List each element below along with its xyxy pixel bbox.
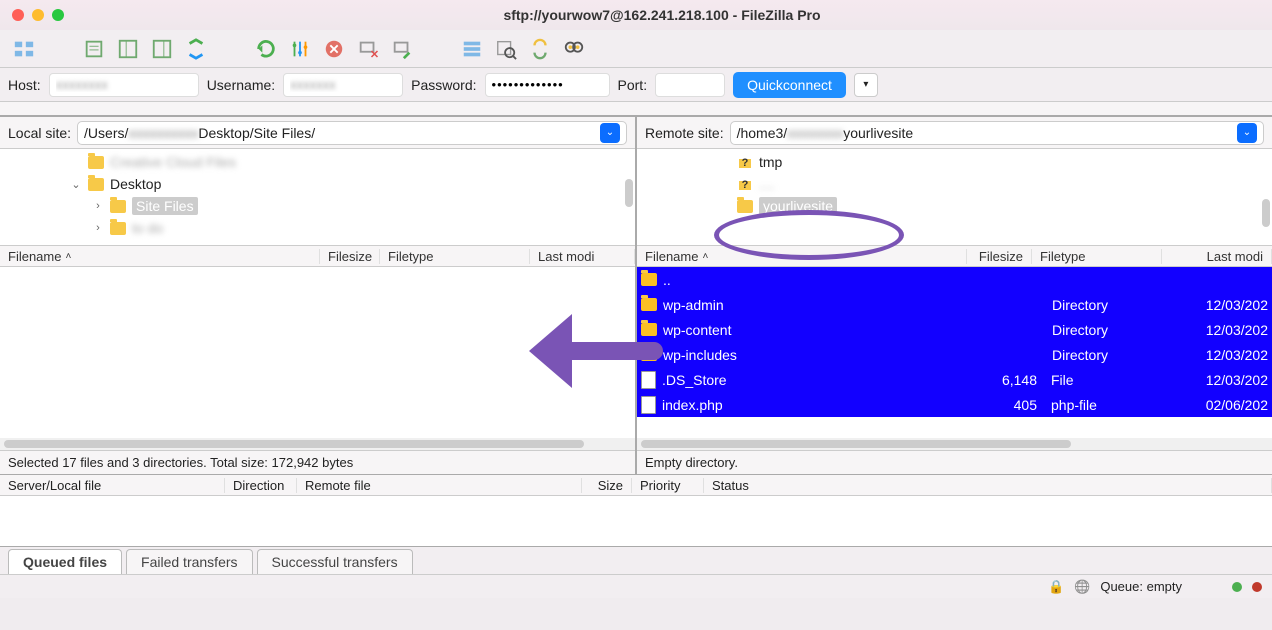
sync-icon[interactable] <box>526 35 554 63</box>
remote-file-list[interactable]: .. wp-admin Directory 12/03/202 wp-conte… <box>637 267 1272 438</box>
tree-item[interactable]: Creative Cloud Files <box>0 151 635 173</box>
remote-pane: Remote site: /home3/xxxxxxxxyourlivesite… <box>637 117 1272 474</box>
tree-item[interactable]: ⌄Desktop <box>0 173 635 195</box>
footer-status-bar: 🔒 🌐 Queue: empty <box>0 574 1272 598</box>
folder-icon <box>110 222 126 235</box>
file-icon <box>641 371 656 389</box>
scrollbar-thumb[interactable] <box>1262 199 1270 227</box>
svg-text:?: ? <box>742 179 749 191</box>
file-row[interactable]: wp-admin Directory 12/03/202 <box>637 292 1272 317</box>
maximize-window-button[interactable] <box>52 9 64 21</box>
file-row[interactable]: .DS_Store 6,148 File 12/03/202 <box>637 367 1272 392</box>
password-input[interactable] <box>485 73 610 97</box>
quickconnect-button[interactable]: Quickconnect <box>733 72 846 98</box>
tree-item[interactable]: ›Site Files <box>0 195 635 217</box>
tree-item[interactable]: ›to do <box>0 217 635 239</box>
folder-icon <box>88 178 104 191</box>
svg-text:?: ? <box>742 157 749 169</box>
file-icon <box>641 396 656 414</box>
unknown-folder-icon: ? <box>737 154 753 170</box>
tree-item[interactable]: ?.... <box>737 173 1272 195</box>
scrollbar-thumb[interactable] <box>625 179 633 207</box>
tree-item[interactable]: ?tmp <box>737 151 1272 173</box>
quickconnect-bar: Host: Username: Password: Port: Quickcon… <box>0 68 1272 102</box>
refresh-icon[interactable] <box>252 35 280 63</box>
site-manager-icon[interactable] <box>10 35 38 63</box>
queue-header[interactable]: Server/Local file Direction Remote file … <box>0 474 1272 496</box>
filter-settings-icon[interactable] <box>286 35 314 63</box>
remote-path-field[interactable]: /home3/xxxxxxxxyourlivesite ⌄ <box>730 121 1264 145</box>
window-title: sftp://yourwow7@162.241.218.100 - FileZi… <box>64 7 1260 23</box>
folder-icon <box>110 200 126 213</box>
folder-icon <box>88 156 104 169</box>
folder-icon <box>737 200 753 213</box>
lock-icon: 🔒 <box>1048 579 1064 595</box>
toggle-remote-tree-icon[interactable] <box>148 35 176 63</box>
local-list-header[interactable]: Filename ˄ Filesize Filetype Last modi <box>0 245 635 267</box>
disconnect-icon[interactable]: ✕ <box>354 35 382 63</box>
find-icon[interactable] <box>560 35 588 63</box>
sort-asc-icon: ˄ <box>702 251 708 262</box>
file-row[interactable]: .. <box>637 267 1272 292</box>
toggle-queue-icon[interactable] <box>182 35 210 63</box>
folder-icon <box>641 273 657 286</box>
tab-queued-files[interactable]: Queued files <box>8 549 122 574</box>
remote-list-header[interactable]: Filename ˄ Filesize Filetype Last modi <box>637 245 1272 267</box>
file-row[interactable]: wp-content Directory 12/03/202 <box>637 317 1272 342</box>
local-path-dropdown[interactable]: ⌄ <box>600 123 620 143</box>
remote-tree[interactable]: ?tmp?....yourlivesite <box>637 149 1272 245</box>
password-label: Password: <box>411 77 476 93</box>
file-row[interactable]: index.php 405 php-file 02/06/202 <box>637 392 1272 417</box>
search-remote-icon[interactable] <box>492 35 520 63</box>
status-dot-green <box>1232 582 1242 592</box>
folder-icon <box>641 298 657 311</box>
tab-failed-transfers[interactable]: Failed transfers <box>126 549 252 574</box>
status-dot-red <box>1252 582 1262 592</box>
file-row[interactable]: wp-includes Directory 12/03/202 <box>637 342 1272 367</box>
globe-icon: 🌐 <box>1074 579 1090 595</box>
unknown-folder-icon: ? <box>737 176 753 192</box>
queue-status: Queue: empty <box>1100 579 1182 594</box>
host-input[interactable] <box>49 73 199 97</box>
local-tree[interactable]: Creative Cloud Files⌄Desktop›Site Files›… <box>0 149 635 245</box>
local-path-field[interactable]: /Users/xxxxxxxxxxDesktop/Site Files/ ⌄ <box>77 121 627 145</box>
cancel-icon[interactable] <box>320 35 348 63</box>
server-list-icon[interactable] <box>458 35 486 63</box>
minimize-window-button[interactable] <box>32 9 44 21</box>
remote-path-dropdown[interactable]: ⌄ <box>1237 123 1257 143</box>
port-label: Port: <box>618 77 648 93</box>
local-pane: Local site: /Users/xxxxxxxxxxDesktop/Sit… <box>0 117 637 474</box>
username-input[interactable] <box>283 73 403 97</box>
titlebar: sftp://yourwow7@162.241.218.100 - FileZi… <box>0 0 1272 30</box>
toggle-local-tree-icon[interactable] <box>114 35 142 63</box>
svg-text:✕: ✕ <box>370 49 379 60</box>
remote-site-label: Remote site: <box>645 125 724 141</box>
queue-tabs: Queued files Failed transfers Successful… <box>0 546 1272 574</box>
folder-icon <box>641 348 657 361</box>
close-window-button[interactable] <box>12 9 24 21</box>
port-input[interactable] <box>655 73 725 97</box>
tab-successful-transfers[interactable]: Successful transfers <box>257 549 413 574</box>
remote-status: Empty directory. <box>637 450 1272 474</box>
toggle-log-icon[interactable] <box>80 35 108 63</box>
local-site-label: Local site: <box>8 125 71 141</box>
sort-asc-icon: ˄ <box>65 251 71 262</box>
toolbar: ✕ <box>0 30 1272 68</box>
quickconnect-dropdown[interactable]: ▾ <box>854 73 878 97</box>
username-label: Username: <box>207 77 275 93</box>
local-file-list[interactable] <box>0 267 635 438</box>
folder-icon <box>641 323 657 336</box>
queue-body[interactable] <box>0 496 1272 546</box>
tree-item[interactable]: yourlivesite <box>737 195 1272 217</box>
reconnect-icon[interactable] <box>388 35 416 63</box>
host-label: Host: <box>8 77 41 93</box>
local-status: Selected 17 files and 3 directories. Tot… <box>0 450 635 474</box>
